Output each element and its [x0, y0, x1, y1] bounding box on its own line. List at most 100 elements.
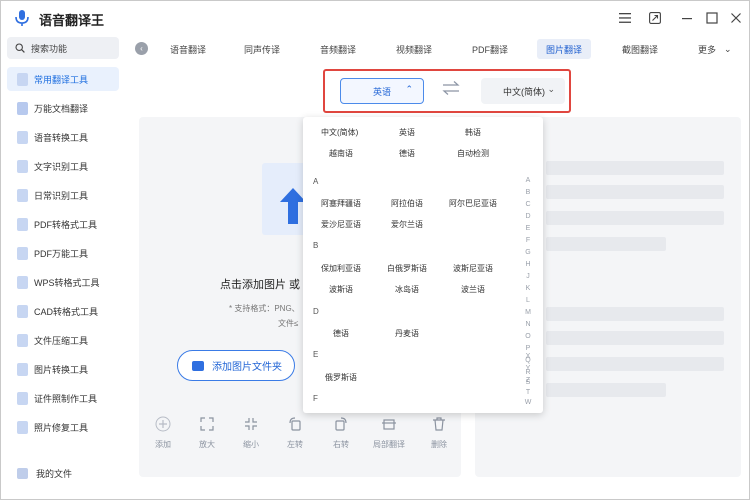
sidebar-item-cad-convert[interactable]: CAD转格式工具 [7, 299, 119, 323]
index-letter[interactable]: T [523, 389, 533, 396]
my-files-label: 我的文件 [36, 468, 73, 479]
sidebar-item-daily-recognition[interactable]: 日常识别工具 [7, 183, 119, 207]
sidebar-item-label: 照片修复工具 [34, 422, 89, 433]
chevron-down-icon: ⌄ [547, 84, 555, 94]
toolbar-zoom-in-button[interactable]: 放大 [187, 415, 227, 455]
toolbar-label: 缩小 [243, 440, 259, 449]
index-letter[interactable]: C [523, 201, 533, 208]
language-option[interactable]: 越南语 [329, 148, 353, 159]
toolbar-zoom-out-button[interactable]: 缩小 [231, 415, 271, 455]
rotate-right-icon [332, 415, 350, 433]
sidebar-item-image-convert[interactable]: 图片转换工具 [7, 357, 119, 381]
index-letter[interactable]: H [523, 261, 533, 268]
language-option[interactable]: 中文(简体) [321, 127, 358, 138]
sidebar-item-id-photo[interactable]: 证件照制作工具 [7, 386, 119, 410]
sidebar-item-pdf-convert[interactable]: PDF转格式工具 [7, 212, 119, 236]
close-icon[interactable] [728, 10, 744, 26]
sidebar-item-pdf-tools[interactable]: PDF万能工具 [7, 241, 119, 265]
tab-more[interactable]: 更多 ⌄ [689, 39, 741, 59]
sidebar-item-label: 文字识别工具 [34, 161, 89, 172]
sidebar-item-common-translation[interactable]: 常用翻译工具 [7, 67, 119, 91]
index-letter[interactable]: G [523, 249, 533, 256]
language-option[interactable]: 波斯语 [329, 284, 353, 295]
index-letter[interactable]: O [523, 333, 533, 340]
index-letter[interactable]: A [523, 177, 533, 184]
image-file-icon [17, 362, 28, 376]
index-letter[interactable]: D [523, 213, 533, 220]
cad-file-icon [17, 304, 28, 318]
index-letter[interactable]: E [523, 225, 533, 232]
language-option[interactable]: 波兰语 [461, 284, 485, 295]
tab-voice-translation[interactable]: 语音翻译 [161, 39, 215, 59]
index-letter[interactable]: K [523, 285, 533, 292]
index-letter[interactable]: Y [523, 365, 533, 372]
toolbar-add-button[interactable]: 添加 [143, 415, 183, 455]
placeholder-line [546, 185, 724, 199]
tab-pdf-translation[interactable]: PDF翻译 [463, 39, 517, 59]
toolbar-rotate-left-button[interactable]: 左转 [275, 415, 315, 455]
language-option[interactable]: 波斯尼亚语 [453, 263, 493, 274]
language-option[interactable]: 阿尔巴尼亚语 [449, 198, 497, 209]
index-letter[interactable]: W [523, 399, 533, 406]
index-letter[interactable]: M [523, 309, 533, 316]
tab-simultaneous-interpretation[interactable]: 同声传译 [235, 39, 289, 59]
maximize-icon[interactable] [704, 10, 720, 26]
index-letter[interactable]: L [523, 297, 533, 304]
placeholder-line [546, 307, 724, 321]
tab-audio-translation[interactable]: 音频翻译 [311, 39, 365, 59]
sidebar-item-file-compress[interactable]: 文件压缩工具 [7, 328, 119, 352]
language-option[interactable]: 阿拉伯语 [391, 198, 423, 209]
language-option[interactable]: 韩语 [465, 127, 481, 138]
index-letter[interactable]: P [523, 345, 533, 352]
source-language-value: 英语 [372, 86, 391, 97]
language-option[interactable]: 阿塞拜疆语 [321, 198, 361, 209]
language-option[interactable]: 爱尔兰语 [391, 219, 423, 230]
sidebar-item-label: PDF万能工具 [34, 248, 89, 259]
add-image-folder-button[interactable]: 添加图片文件夹 [177, 350, 295, 381]
target-language-select[interactable]: 中文(简体) ⌄ [481, 78, 565, 104]
sidebar-item-label: 图片转换工具 [34, 364, 89, 375]
pin-icon[interactable] [647, 10, 663, 26]
index-letter[interactable]: N [523, 321, 533, 328]
my-files-button[interactable]: 我的文件 [7, 461, 119, 485]
toolbar-label: 放大 [199, 440, 215, 449]
index-letter[interactable]: B [523, 189, 533, 196]
language-option[interactable]: 保加利亚语 [321, 263, 361, 274]
language-option[interactable]: 冰岛语 [395, 284, 419, 295]
toolbar-delete-button[interactable]: 删除 [419, 415, 459, 455]
language-option[interactable]: 德语 [399, 148, 415, 159]
index-letter[interactable]: X [523, 353, 533, 360]
sidebar-item-label: 证件照制作工具 [34, 393, 98, 404]
sidebar-item-wps-convert[interactable]: WPS转格式工具 [7, 270, 119, 294]
language-option[interactable]: 自动检测 [457, 148, 489, 159]
source-language-select[interactable]: 英语 ⌃ [340, 78, 424, 104]
chevron-left-icon[interactable]: ‹ [135, 42, 148, 55]
language-option[interactable]: 俄罗斯语 [325, 372, 357, 383]
tab-image-translation[interactable]: 图片翻译 [537, 39, 592, 59]
toolbar-rotate-right-button[interactable]: 右转 [321, 415, 361, 455]
sidebar-item-photo-repair[interactable]: 照片修复工具 [7, 415, 119, 439]
group-letter: E [313, 350, 319, 359]
search-label: 搜索功能 [31, 43, 68, 54]
tab-screenshot-translation[interactable]: 截图翻译 [613, 39, 667, 59]
language-option[interactable]: 丹麦语 [395, 328, 419, 339]
index-letter[interactable]: J [523, 273, 533, 280]
tab-bar: ‹ 语音翻译 同声传译 音频翻译 视频翻译 PDF翻译 图片翻译 截图翻译 更多… [131, 37, 750, 61]
menu-icon[interactable] [617, 10, 633, 26]
language-option[interactable]: 白俄罗斯语 [387, 263, 427, 274]
index-letter[interactable]: Z [523, 377, 533, 384]
language-option[interactable]: 德语 [333, 328, 349, 339]
scan-file-icon [17, 188, 28, 202]
index-letter[interactable]: F [523, 237, 533, 244]
tab-more-label: 更多 [698, 44, 717, 55]
search-function-input[interactable]: 搜索功能 [7, 37, 119, 59]
sidebar-item-text-recognition[interactable]: 文字识别工具 [7, 154, 119, 178]
tab-video-translation[interactable]: 视频翻译 [387, 39, 441, 59]
swap-languages-icon[interactable] [442, 81, 462, 99]
sidebar-item-speech-conversion[interactable]: 语音转换工具 [7, 125, 119, 149]
sidebar-item-document-translation[interactable]: 万能文档翻译 [7, 96, 119, 120]
language-option[interactable]: 爱沙尼亚语 [321, 219, 361, 230]
toolbar-partial-translate-button[interactable]: 局部翻译 [369, 415, 409, 455]
language-option[interactable]: 英语 [399, 127, 415, 138]
minimize-icon[interactable] [679, 10, 695, 26]
